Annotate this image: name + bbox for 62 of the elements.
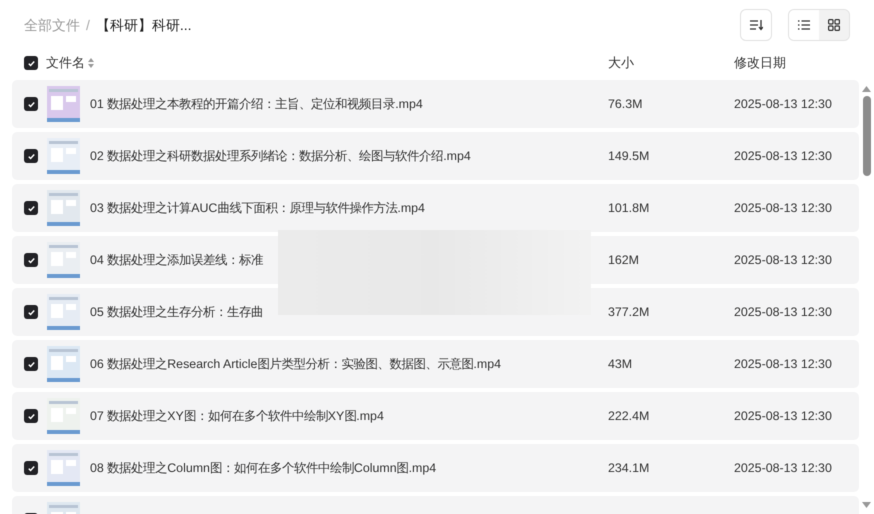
file-name: 08 数据处理之Column图：如何在多个软件中绘制Column图.mp4 [90, 460, 436, 475]
column-header[interactable]: 大小 [608, 53, 734, 73]
modified-date: 2025-08-13 12:30 [734, 304, 832, 319]
scroll-down-icon[interactable] [862, 502, 871, 508]
column-header[interactable]: 文件名 [46, 53, 85, 73]
file-name: 05 数据处理之生存分析：生存曲 [90, 304, 264, 319]
scroll-up-icon[interactable] [862, 86, 871, 92]
modified-date: 2025-08-13 12:30 [734, 96, 832, 111]
modified-date: 2025-08-13 12:30 [734, 460, 832, 475]
checkmark-icon [26, 204, 36, 212]
checkmark-icon [26, 308, 36, 316]
file-row[interactable]: 06 数据处理之Research Article图片类型分析：实验图、数据图、示意图.mp4 43M 2025-08-13 12:30 [12, 340, 859, 388]
sort-icon [749, 19, 763, 31]
file-name: 01 数据处理之本教程的开篇介绍：主旨、定位和视频目录.mp4 [90, 96, 423, 111]
modified-date: 2025-08-13 12:30 [734, 252, 832, 267]
modified-date: 2025-08-13 12:30 [734, 200, 832, 215]
file-name: 04 数据处理之添加误差线：标准 [90, 252, 264, 267]
sort-arrows-icon[interactable] [88, 58, 94, 68]
file-size: 43M [608, 356, 632, 371]
checkbox[interactable] [24, 409, 38, 423]
sort-button[interactable] [740, 9, 772, 41]
file-name: 06 数据处理之Research Article图片类型分析：实验图、数据图、示意图.mp4 [90, 356, 501, 371]
file-name: 07 数据处理之XY图：如何在多个软件中绘制XY图.mp4 [90, 408, 384, 423]
file-row[interactable]: 03 数据处理之计算AUC曲线下面积：原理与软件操作方法.mp4 101.8M 2025-08-13 12:30 [12, 184, 859, 232]
checkbox[interactable] [24, 149, 38, 163]
file-size: 222.4M [608, 408, 650, 423]
breadcrumb-item[interactable]: 【科研】科研... [96, 14, 192, 36]
file-row[interactable]: 07 数据处理之XY图：如何在多个软件中绘制XY图.mp4 222.4M 2025-08-13 12:30 [12, 392, 859, 440]
checkbox[interactable] [24, 357, 38, 371]
file-row[interactable]: 02 数据处理之科研数据处理系列绪论：数据分析、绘图与软件介绍.mp4 149.5M 2025-08-13 12:30 [12, 132, 859, 180]
checkmark-icon [26, 100, 36, 108]
file-size: 101.8M [608, 200, 650, 215]
list-view-button[interactable] [789, 10, 819, 40]
file-name: 02 数据处理之科研数据处理系列绪论：数据分析、绘图与软件介绍.mp4 [90, 148, 471, 163]
file-size: 76.3M [608, 96, 642, 111]
checkmark-icon [26, 412, 36, 420]
checkmark-icon [26, 360, 36, 368]
checkmark-icon [26, 464, 36, 472]
file-size: 377.2M [608, 304, 650, 319]
file-size: 234.1M [608, 460, 650, 475]
file-size: 149.5M [608, 148, 650, 163]
scrollbar-thumb[interactable] [862, 96, 870, 176]
modified-date: 2025-08-13 12:30 [734, 356, 832, 371]
checkbox[interactable] [24, 97, 38, 111]
list-icon [798, 20, 810, 30]
file-size: 162M [608, 252, 639, 267]
checkbox[interactable] [24, 461, 38, 475]
file-row[interactable]: 08 数据处理之Column图：如何在多个软件中绘制Column图.mp4 234.1M 2025-08-13 12:30 [12, 444, 859, 492]
grid-icon [828, 19, 840, 31]
checkbox[interactable] [24, 201, 38, 215]
checkbox[interactable] [24, 305, 38, 319]
file-name: 03 数据处理之计算AUC曲线下面积：原理与软件操作方法.mp4 [90, 200, 425, 215]
column-header[interactable]: 修改日期 [734, 53, 874, 73]
checkbox[interactable] [24, 56, 38, 70]
file-row[interactable]: 01 数据处理之本教程的开篇介绍：主旨、定位和视频目录.mp4 76.3M 2025-08-13 12:30 [12, 80, 859, 128]
checkbox[interactable] [24, 253, 38, 267]
modified-date: 2025-08-13 12:30 [734, 408, 832, 423]
checkmark-icon [26, 256, 36, 264]
breadcrumb-separator: / [86, 16, 90, 34]
modified-date: 2025-08-13 12:30 [734, 148, 832, 163]
checkmark-icon [26, 58, 36, 68]
checkmark-icon [26, 152, 36, 160]
